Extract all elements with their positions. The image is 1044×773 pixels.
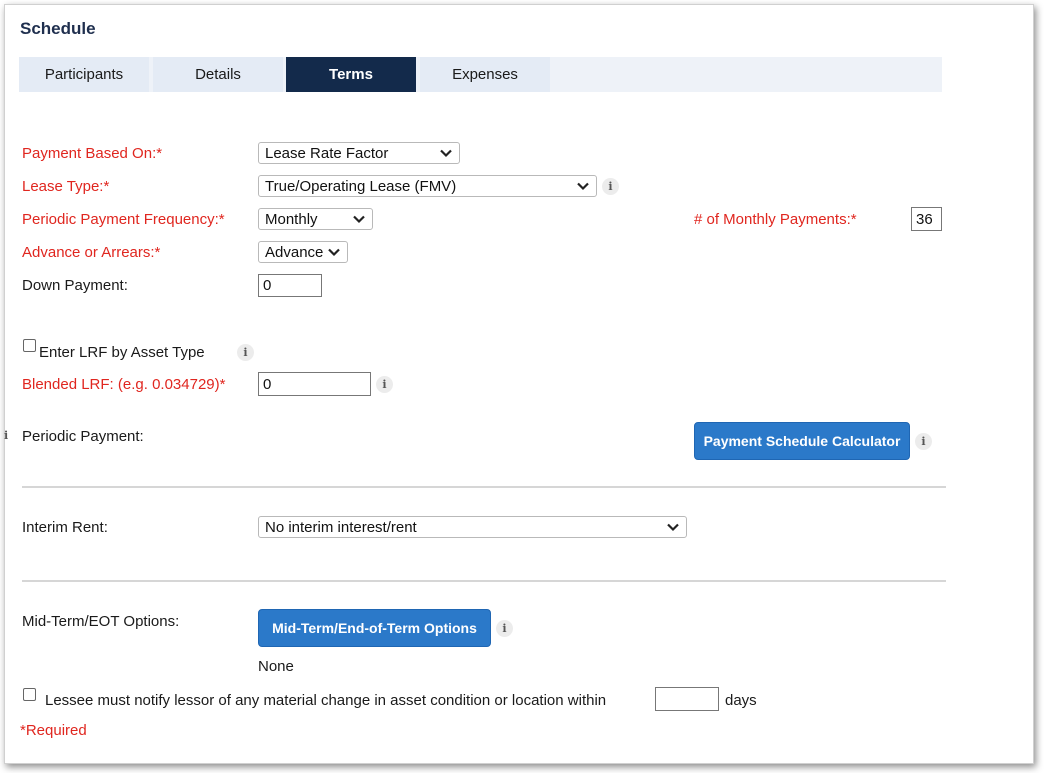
payment-based-on-select[interactable]: Lease Rate Factor xyxy=(258,142,460,164)
down-payment-label: Down Payment: xyxy=(22,277,128,294)
payment-based-on-value: Lease Rate Factor xyxy=(265,144,389,162)
required-note: *Required xyxy=(20,722,87,739)
payment-based-on-label: Payment Based On:* xyxy=(22,145,163,162)
periodic-frequency-label: Periodic Payment Frequency:* xyxy=(22,211,225,228)
chevron-down-icon xyxy=(440,149,452,158)
advance-arrears-label: Advance or Arrears:* xyxy=(22,244,161,261)
midterm-info-icon[interactable]: i xyxy=(496,620,513,637)
notify-checkbox[interactable] xyxy=(23,688,36,701)
midterm-label: Mid-Term/EOT Options: xyxy=(22,613,180,630)
periodic-frequency-value: Monthly xyxy=(265,210,318,228)
lease-type-value: True/Operating Lease (FMV) xyxy=(265,177,457,195)
tab-expenses[interactable]: Expenses xyxy=(420,57,550,92)
lease-type-info-icon[interactable]: i xyxy=(602,178,619,195)
chevron-down-icon xyxy=(328,248,340,257)
divider xyxy=(22,580,946,582)
blended-lrf-label: Blended LRF: (e.g. 0.034729)* xyxy=(22,376,226,393)
advance-arrears-value: Advance xyxy=(265,243,324,261)
interim-rent-label: Interim Rent: xyxy=(22,519,108,536)
blended-lrf-input[interactable] xyxy=(258,372,371,396)
down-payment-input[interactable] xyxy=(258,274,322,297)
midterm-options-button[interactable]: Mid-Term/End-of-Term Options xyxy=(258,609,491,647)
chevron-down-icon xyxy=(667,523,679,532)
notify-days-input[interactable] xyxy=(655,687,719,711)
notify-text: Lessee must notify lessor of any materia… xyxy=(45,692,607,709)
lease-type-label: Lease Type:* xyxy=(22,178,110,195)
periodic-frequency-select[interactable]: Monthly xyxy=(258,208,373,230)
tab-details[interactable]: Details xyxy=(153,57,283,92)
num-payments-input[interactable] xyxy=(911,207,942,231)
divider xyxy=(22,486,946,488)
midterm-value: None xyxy=(258,658,294,675)
advance-arrears-select[interactable]: Advance xyxy=(258,241,348,263)
blended-lrf-info-icon[interactable]: i xyxy=(376,376,393,393)
payment-schedule-calculator-button[interactable]: Payment Schedule Calculator xyxy=(694,422,910,460)
enter-lrf-checkbox[interactable] xyxy=(23,339,36,352)
interim-rent-value: No interim interest/rent xyxy=(265,518,417,536)
calculator-info-icon[interactable]: i xyxy=(915,433,932,450)
interim-rent-select[interactable]: No interim interest/rent xyxy=(258,516,687,538)
periodic-payment-label: Periodic Payment: xyxy=(22,428,144,445)
tab-participants[interactable]: Participants xyxy=(19,57,149,92)
num-payments-label: # of Monthly Payments:* xyxy=(694,211,857,228)
enter-lrf-info-icon[interactable]: i xyxy=(237,344,254,361)
periodic-payment-info-icon[interactable]: i xyxy=(4,429,8,442)
tab-terms[interactable]: Terms xyxy=(286,57,416,92)
enter-lrf-label: Enter LRF by Asset Type xyxy=(39,344,205,361)
page-title: Schedule xyxy=(20,19,96,38)
chevron-down-icon xyxy=(353,215,365,224)
lease-type-select[interactable]: True/Operating Lease (FMV) xyxy=(258,175,597,197)
notify-days-suffix: days xyxy=(725,692,757,709)
chevron-down-icon xyxy=(577,182,589,191)
